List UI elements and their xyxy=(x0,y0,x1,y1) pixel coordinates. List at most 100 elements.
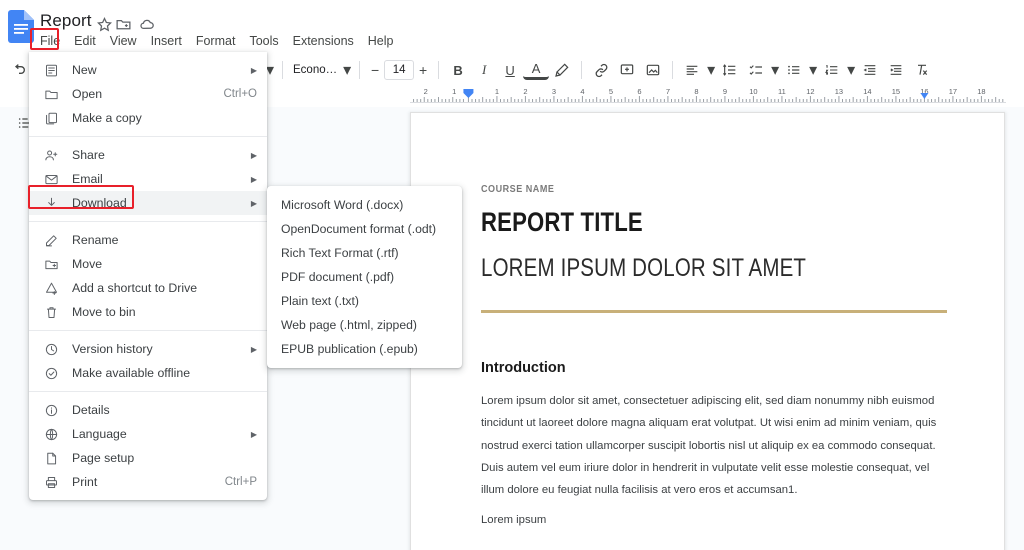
increase-font-size-button[interactable]: + xyxy=(414,59,432,81)
clear-formatting-icon[interactable] xyxy=(909,57,935,83)
document-page[interactable]: COURSE NAME REPORT TITLE LOREM IPSUM DOL… xyxy=(410,112,1005,550)
person-add-icon xyxy=(43,147,60,164)
file-menu-item-make-available-offline[interactable]: Make available offline xyxy=(29,361,267,385)
add-comment-icon[interactable] xyxy=(614,57,640,83)
underline-button[interactable]: U xyxy=(497,57,523,83)
svg-text:5: 5 xyxy=(609,87,613,96)
file-dropdown-menu[interactable]: New ▶ Open Ctrl+O Make a copy Share ▶ Email ▶ Dow… xyxy=(29,52,267,500)
file-menu-item-version-history[interactable]: Version history ▶ xyxy=(29,337,267,361)
download-submenu[interactable]: Microsoft Word (.docx) OpenDocument forma… xyxy=(267,186,462,368)
bulleted-list-caret-icon[interactable]: ▾ xyxy=(807,57,819,83)
line-spacing-icon[interactable] xyxy=(717,57,743,83)
report-subtitle-text: LOREM IPSUM DOLOR SIT AMET xyxy=(481,254,807,282)
insert-image-icon[interactable] xyxy=(640,57,666,83)
font-family-value[interactable]: Econo… xyxy=(289,64,341,76)
indent-marker-right[interactable] xyxy=(920,93,929,99)
new-document-icon xyxy=(43,62,60,79)
checklist-icon[interactable] xyxy=(743,57,769,83)
trash-bin-icon xyxy=(43,304,60,321)
file-menu-item-language[interactable]: Language ▶ xyxy=(29,422,267,446)
toolbar-separator xyxy=(359,61,361,79)
italic-button[interactable]: I xyxy=(471,57,497,83)
bold-button[interactable]: B xyxy=(445,57,471,83)
body-paragraph: Lorem ipsum dolor sit amet, consectetuer… xyxy=(481,395,937,497)
download-format-item[interactable]: Web page (.html, zipped) xyxy=(267,313,462,337)
toolbar-separator xyxy=(282,61,283,79)
align-caret-icon[interactable]: ▾ xyxy=(705,57,717,83)
submenu-arrow-icon: ▶ xyxy=(250,429,257,439)
file-menu-item-label: Download xyxy=(72,196,127,210)
increase-indent-icon[interactable] xyxy=(883,57,909,83)
submenu-arrow-icon: ▶ xyxy=(250,198,257,208)
numbered-list-icon[interactable] xyxy=(819,57,845,83)
document-title[interactable]: Report xyxy=(40,11,92,31)
file-menu-item-label: Print xyxy=(72,475,98,489)
file-menu-item-shortcut: Ctrl+P xyxy=(224,476,257,488)
file-menu-item-label: Move to bin xyxy=(72,305,136,319)
file-menu-item-details[interactable]: Details xyxy=(29,398,267,422)
file-menu-item-print[interactable]: Print Ctrl+P xyxy=(29,470,267,494)
email-icon xyxy=(43,171,60,188)
file-menu-item-share[interactable]: Share ▶ xyxy=(29,143,267,167)
toolbar-separator xyxy=(672,61,674,79)
menu-separator xyxy=(29,391,267,392)
insert-link-icon[interactable] xyxy=(588,57,614,83)
numbered-list-caret-icon[interactable]: ▾ xyxy=(845,57,857,83)
font-size-input[interactable]: 14 xyxy=(384,60,415,80)
offline-check-icon xyxy=(43,365,60,382)
google-docs-window: Report File Edit View Insert Format Tool… xyxy=(0,0,1024,550)
menu-view[interactable]: View xyxy=(103,33,144,49)
text-color-button[interactable]: A xyxy=(523,60,550,80)
submenu-arrow-icon: ▶ xyxy=(250,65,257,75)
file-menu-item-email[interactable]: Email ▶ xyxy=(29,167,267,191)
file-menu-item-new[interactable]: New ▶ xyxy=(29,58,267,82)
file-menu-item-label: New xyxy=(72,63,97,77)
file-menu-item-move[interactable]: Move xyxy=(29,252,267,276)
menu-separator xyxy=(29,330,267,331)
menu-file[interactable]: File xyxy=(33,33,67,49)
file-menu-item-add-a-shortcut-to-drive[interactable]: Add a shortcut to Drive xyxy=(29,276,267,300)
file-menu-item-page-setup[interactable]: Page setup xyxy=(29,446,267,470)
file-menu-item-move-to-bin[interactable]: Move to bin xyxy=(29,300,267,324)
file-menu-item-open[interactable]: Open Ctrl+O xyxy=(29,82,267,106)
svg-text:14: 14 xyxy=(863,87,871,96)
menu-edit[interactable]: Edit xyxy=(67,33,103,49)
svg-text:3: 3 xyxy=(552,87,556,96)
file-menu-item-make-a-copy[interactable]: Make a copy xyxy=(29,106,267,130)
font-family-caret-icon[interactable]: ▾ xyxy=(341,57,353,83)
decrease-font-size-button[interactable]: − xyxy=(366,59,384,81)
bulleted-list-icon[interactable] xyxy=(781,57,807,83)
download-icon xyxy=(43,195,60,212)
menu-tools[interactable]: Tools xyxy=(242,33,285,49)
file-menu-item-rename[interactable]: Rename xyxy=(29,228,267,252)
checklist-caret-icon[interactable]: ▾ xyxy=(769,57,781,83)
menu-format[interactable]: Format xyxy=(189,33,243,49)
file-menu-item-label: Open xyxy=(72,87,103,101)
svg-text:10: 10 xyxy=(749,87,757,96)
highlight-pen-icon[interactable] xyxy=(549,57,575,83)
download-format-item[interactable]: Microsoft Word (.docx) xyxy=(267,193,462,217)
header-bar: Report File Edit View Insert Format Tool… xyxy=(0,0,1024,54)
file-menu-item-download[interactable]: Download ▶ xyxy=(29,191,267,215)
download-format-item[interactable]: EPUB publication (.epub) xyxy=(267,337,462,361)
ruler-scale[interactable]: 2 1 1 2 3 4 5 6 7 8 9 10 11 12 13 14 15 16 17 18 xyxy=(410,85,1006,107)
download-format-item[interactable]: PDF document (.pdf) xyxy=(267,265,462,289)
decrease-indent-icon[interactable] xyxy=(857,57,883,83)
docs-logo-icon[interactable] xyxy=(8,10,34,43)
download-format-item[interactable]: Rich Text Format (.rtf) xyxy=(267,241,462,265)
file-menu-item-label: Move xyxy=(72,257,103,271)
align-left-icon[interactable] xyxy=(679,57,705,83)
svg-text:1: 1 xyxy=(495,87,499,96)
page-content[interactable]: COURSE NAME REPORT TITLE LOREM IPSUM DOL… xyxy=(481,183,951,526)
svg-text:12: 12 xyxy=(806,87,814,96)
download-format-item[interactable]: Plain text (.txt) xyxy=(267,289,462,313)
download-format-item[interactable]: OpenDocument format (.odt) xyxy=(267,217,462,241)
menu-extensions[interactable]: Extensions xyxy=(286,33,361,49)
menu-separator xyxy=(29,221,267,222)
menu-help[interactable]: Help xyxy=(361,33,401,49)
svg-text:9: 9 xyxy=(723,87,727,96)
svg-text:15: 15 xyxy=(892,87,900,96)
indent-marker-left[interactable] xyxy=(463,89,474,98)
file-menu-item-label: Share xyxy=(72,148,105,162)
menu-insert[interactable]: Insert xyxy=(144,33,189,49)
